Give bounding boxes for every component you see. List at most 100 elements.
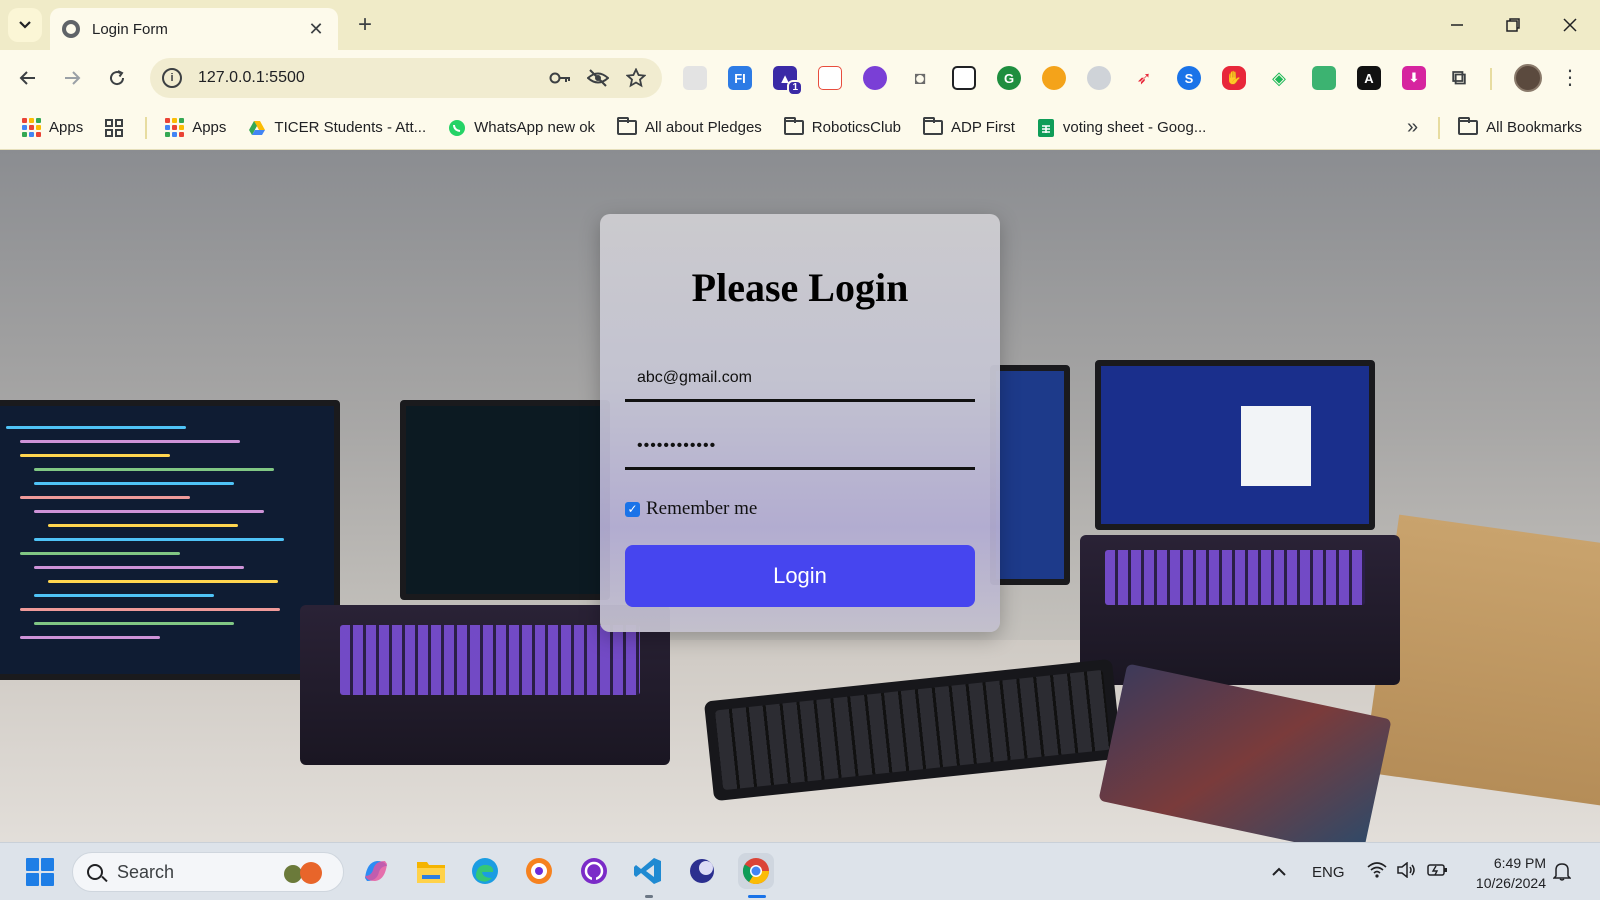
folder-icon — [923, 117, 944, 135]
brave-icon[interactable] — [521, 853, 557, 889]
taskbar-clock[interactable]: 6:49 PM 10/26/2024 — [1466, 853, 1546, 893]
extension-a-icon[interactable]: A — [1357, 66, 1381, 90]
taskbar-search-label: Search — [117, 861, 175, 882]
site-info-icon[interactable]: i — [162, 68, 182, 88]
center-laptop-screen — [400, 400, 610, 600]
right-laptop-keyboard — [1105, 550, 1365, 605]
vscode-icon[interactable] — [630, 853, 666, 889]
bookmark-apps-2[interactable]: Apps — [165, 118, 226, 137]
login-button[interactable]: Login — [625, 545, 975, 607]
all-bookmarks-button[interactable]: All Bookmarks — [1458, 117, 1582, 136]
volume-icon[interactable] — [1396, 861, 1417, 882]
minimize-button[interactable] — [1442, 10, 1472, 40]
extension-graduation-icon[interactable]: ▲ 1 — [773, 66, 803, 96]
tab-login-form[interactable]: Login Form ✕ — [50, 8, 338, 50]
back-button[interactable] — [14, 64, 42, 92]
extension-badge: 1 — [787, 80, 803, 96]
eye-off-icon[interactable] — [586, 66, 610, 90]
wifi-icon[interactable] — [1366, 862, 1387, 882]
browser-toolbar: i 127.0.0.1:5500 FI ▲ 1 ◘ G ➶ S ✋ ◈ A ⬇ … — [0, 50, 1600, 106]
extensions-puzzle-icon[interactable]: ⧉ — [1447, 66, 1471, 90]
toolbar-divider — [1490, 68, 1492, 90]
tab-close-button[interactable]: ✕ — [306, 19, 326, 40]
copilot-icon[interactable] — [358, 853, 394, 889]
bookmarks-overflow-button[interactable]: » — [1407, 116, 1418, 139]
extension-eye-slash-icon[interactable]: ◈ — [1267, 66, 1291, 90]
system-tray: ENG — [1272, 843, 1449, 900]
tab-search-button[interactable] — [8, 8, 42, 42]
bookmark-label: WhatsApp new ok — [474, 119, 596, 136]
bookmark-adp-first[interactable]: ADP First — [923, 117, 1015, 136]
folder-icon — [617, 117, 638, 135]
password-field[interactable] — [625, 424, 975, 470]
extension-grid-icon[interactable] — [683, 66, 707, 90]
email-field[interactable] — [625, 356, 975, 402]
bookmark-robotics-club[interactable]: RoboticsClub — [783, 117, 902, 136]
tab-title: Login Form — [92, 20, 168, 38]
new-tab-button[interactable]: + — [352, 12, 378, 38]
extension-clock-icon[interactable] — [1087, 66, 1111, 90]
close-window-button[interactable] — [1555, 10, 1585, 40]
windows-start-icon[interactable] — [26, 858, 54, 886]
language-indicator[interactable]: ENG — [1312, 864, 1345, 881]
page-viewport: Please Login ✓ Remember me Login — [0, 150, 1600, 842]
tray-overflow-icon[interactable] — [1272, 864, 1286, 881]
bookmark-ticer-students[interactable]: TICER Students - Att... — [248, 119, 426, 136]
google-drive-icon — [249, 120, 266, 135]
globe-icon — [62, 20, 80, 38]
tab-groups-icon — [105, 118, 124, 137]
extension-picture-in-picture-icon[interactable] — [952, 66, 976, 90]
file-explorer-icon[interactable] — [413, 853, 449, 889]
extension-calendar-icon[interactable] — [818, 66, 842, 90]
left-monitor — [0, 400, 340, 680]
tab-groups-button[interactable] — [105, 118, 124, 137]
extension-user-check-icon[interactable] — [1042, 66, 1066, 90]
extension-rocket-icon[interactable]: ➶ — [1132, 66, 1156, 90]
chrome-icon[interactable] — [738, 853, 774, 889]
taskbar: Search ENG 6:49 PM 10/26/2024 — [0, 842, 1600, 900]
reload-button[interactable] — [103, 64, 131, 92]
bookmark-whatsapp[interactable]: WhatsApp new ok — [448, 119, 595, 137]
extension-fi-icon[interactable]: FI — [728, 66, 752, 90]
bookmark-all-about-pledges[interactable]: All about Pledges — [617, 117, 762, 136]
side-monitor — [990, 365, 1070, 585]
bookmarks-separator — [1438, 116, 1441, 139]
extension-camera-icon[interactable]: ◘ — [908, 66, 932, 90]
edge-icon[interactable] — [467, 853, 503, 889]
extension-shazam-icon[interactable]: S — [1177, 66, 1201, 90]
bookmark-voting-sheet[interactable]: voting sheet - Goog... — [1037, 118, 1206, 138]
bookmark-star-icon[interactable] — [624, 66, 648, 90]
bookmark-apps-1[interactable]: Apps — [22, 118, 83, 137]
center-laptop-keyboard — [340, 625, 640, 695]
remember-me[interactable]: ✓ Remember me — [625, 498, 757, 520]
bookmarks-right: » All Bookmarks — [1407, 116, 1582, 139]
folder-icon — [1458, 117, 1479, 135]
browser-menu-icon[interactable]: ⋮ — [1558, 64, 1582, 92]
bookmark-label: voting sheet - Goog... — [1062, 119, 1207, 136]
extension-hand-stop-icon[interactable]: ✋ — [1222, 66, 1246, 90]
url-text[interactable]: 127.0.0.1:5500 — [198, 69, 548, 87]
tab-strip: Login Form ✕ + — [0, 0, 1600, 50]
profile-avatar[interactable] — [1514, 64, 1542, 92]
forward-button[interactable] — [58, 64, 86, 92]
address-bar[interactable]: i 127.0.0.1:5500 — [150, 58, 662, 98]
extension-color-picker-icon[interactable] — [863, 66, 887, 90]
right-laptop-screen — [1095, 360, 1375, 530]
bookmark-label: RoboticsClub — [811, 119, 902, 136]
remember-checkbox[interactable]: ✓ — [625, 501, 640, 517]
login-card: Please Login ✓ Remember me Login — [600, 214, 1000, 632]
extension-tray-icon[interactable] — [1312, 66, 1336, 90]
notification-bell-icon[interactable] — [1548, 853, 1576, 889]
extension-download-icon[interactable]: ⬇ — [1402, 66, 1426, 90]
restore-button[interactable] — [1498, 10, 1528, 40]
search-icon — [87, 864, 103, 880]
arc-icon[interactable] — [684, 853, 720, 889]
github-icon[interactable] — [576, 853, 612, 889]
bookmark-label: TICER Students - Att... — [274, 119, 427, 136]
extension-grammarly-icon[interactable]: G — [997, 66, 1021, 90]
battery-icon[interactable] — [1426, 862, 1449, 882]
bookmark-label: All about Pledges — [645, 119, 762, 136]
password-key-icon[interactable] — [548, 66, 572, 90]
chevron-down-icon — [19, 21, 31, 29]
taskbar-search[interactable]: Search — [72, 852, 344, 892]
